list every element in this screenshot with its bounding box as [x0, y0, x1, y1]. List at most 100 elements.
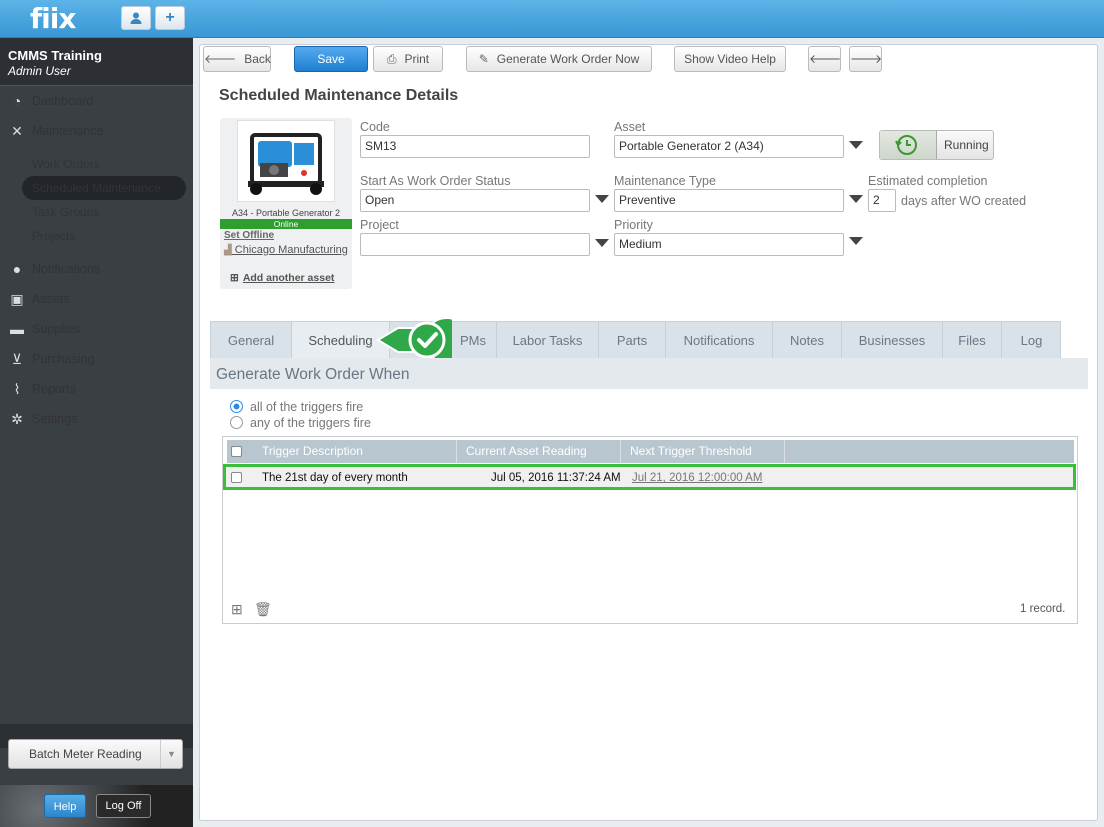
generate-work-order-button[interactable]: ✎ Generate Work Order Now: [466, 46, 652, 72]
back-button[interactable]: 🡐 Back: [203, 46, 271, 72]
maintenance-type-select[interactable]: Preventive: [614, 189, 844, 212]
nav-label: Notifications: [32, 262, 101, 276]
tab-notifications[interactable]: Notifications: [666, 322, 773, 359]
nav-notifications[interactable]: ● Notifications: [0, 255, 193, 283]
running-toggle[interactable]: Running: [879, 130, 994, 160]
status-label: Start As Work Order Status: [360, 174, 511, 188]
row-checkbox[interactable]: [231, 472, 242, 483]
trash-icon[interactable]: 🗑: [254, 601, 272, 618]
top-bar: fiix +: [0, 0, 1104, 38]
nav-label: Dashboard: [32, 94, 94, 108]
estimated-completion-label: Estimated completion: [868, 174, 988, 188]
current-reading-cell: Jul 05, 2016 11:37:24 AM: [491, 472, 621, 484]
plus-icon: +: [165, 9, 175, 26]
estimated-completion-suffix: days after WO created: [901, 194, 1027, 208]
nav-projects[interactable]: Projects: [22, 224, 186, 248]
add-another-asset-link[interactable]: ⊞ Add another asset: [230, 272, 334, 284]
tab-labor-tasks[interactable]: Labor Tasks: [497, 322, 599, 359]
tab-notes[interactable]: Notes: [773, 322, 842, 359]
radio-any-label[interactable]: any of the triggers fire: [250, 416, 371, 430]
batch-meter-reading-button[interactable]: Batch Meter Reading ▼: [8, 739, 183, 769]
status-select[interactable]: Open: [360, 189, 590, 212]
nav-reports[interactable]: ⌇ Reports: [0, 375, 193, 403]
tools-icon: ✕: [11, 123, 23, 139]
org-name: CMMS Training: [8, 48, 102, 63]
gear-icon: ✲: [11, 411, 23, 427]
select-all-checkbox[interactable]: [231, 446, 242, 457]
nav-assets[interactable]: ▣ Assets: [0, 285, 193, 313]
print-button[interactable]: ⎙ Print: [373, 46, 443, 72]
priority-select[interactable]: Medium: [614, 233, 844, 256]
arrow-left-icon: 🡐: [204, 52, 237, 66]
page-title: Scheduled Maintenance Details: [219, 87, 459, 104]
show-video-help-button[interactable]: Show Video Help: [674, 46, 786, 72]
status-dropdown-icon[interactable]: [595, 195, 609, 203]
arrow-left-icon: 🡐: [809, 52, 842, 66]
project-dropdown-icon[interactable]: [595, 239, 609, 247]
next-button[interactable]: 🡒: [849, 46, 882, 72]
asset-image: [237, 120, 335, 202]
priority-dropdown-icon[interactable]: [849, 237, 863, 245]
tab-general[interactable]: General: [211, 322, 292, 359]
user-button[interactable]: [121, 6, 151, 30]
radio-all-label[interactable]: all of the triggers fire: [250, 400, 363, 414]
edit-icon: ✎: [478, 52, 489, 66]
code-label: Code: [360, 120, 390, 134]
nav-task-groups[interactable]: Task Groups: [22, 200, 186, 224]
nav-supplies[interactable]: ▬ Supplies: [0, 315, 193, 343]
box-icon: ▣: [10, 291, 24, 307]
radio-all-triggers[interactable]: [230, 400, 243, 413]
chevron-down-icon[interactable]: ▼: [160, 740, 182, 768]
type-dropdown-icon[interactable]: [849, 195, 863, 203]
speech-bubble-icon: ●: [12, 261, 22, 277]
radio-any-trigger[interactable]: [230, 416, 243, 429]
project-select[interactable]: [360, 233, 590, 256]
add-trigger-icon[interactable]: ⊞: [231, 601, 243, 618]
maintenance-type-label: Maintenance Type: [614, 174, 716, 188]
col-trigger-description[interactable]: Trigger Description: [248, 440, 457, 463]
tab-files[interactable]: Files: [943, 322, 1002, 359]
asset-select[interactable]: Portable Generator 2 (A34): [614, 135, 844, 158]
org-info: CMMS Training Admin User: [0, 38, 193, 86]
tab-parts[interactable]: Parts: [599, 322, 666, 359]
project-label: Project: [360, 218, 399, 232]
next-threshold-link[interactable]: Jul 21, 2016 12:00:00 AM: [632, 472, 762, 484]
batch-label: Batch Meter Reading: [29, 747, 142, 761]
cart-icon: ⊻: [11, 351, 23, 367]
asset-card: A34 - Portable Generator 2 Online Set Of…: [220, 118, 352, 289]
print-label: Print: [404, 52, 430, 66]
tab-businesses[interactable]: Businesses: [842, 322, 943, 359]
estimated-completion-field[interactable]: 2: [868, 189, 896, 212]
save-button[interactable]: Save: [294, 46, 368, 72]
status-badge: Online: [220, 219, 352, 229]
nav-maintenance[interactable]: ✕ Maintenance: [0, 117, 193, 145]
tab-log[interactable]: Log: [1002, 322, 1061, 359]
nav-scheduled-maintenance[interactable]: Scheduled Maintenance: [22, 176, 186, 200]
back-label: Back: [244, 52, 271, 66]
arrow-right-icon: 🡒: [850, 52, 883, 66]
set-offline-link[interactable]: Set Offline: [224, 230, 274, 241]
location-label: Chicago Manufacturing: [234, 244, 348, 256]
help-button[interactable]: Help: [44, 794, 86, 818]
previous-button[interactable]: 🡐: [808, 46, 841, 72]
code-field[interactable]: SM13: [360, 135, 590, 158]
dashboard-icon: ◔: [12, 93, 22, 109]
col-current-asset-reading[interactable]: Current Asset Reading: [457, 440, 621, 463]
app-logo: fiix: [30, 2, 76, 35]
asset-dropdown-icon[interactable]: [849, 141, 863, 149]
nav-purchasing[interactable]: ⊻ Purchasing: [0, 345, 193, 373]
add-button[interactable]: +: [155, 6, 185, 30]
asset-label: Asset: [614, 120, 646, 134]
col-next-trigger-threshold[interactable]: Next Trigger Threshold: [621, 440, 785, 463]
nav-label: Reports: [32, 382, 76, 396]
nav-work-orders[interactable]: Work Orders: [22, 152, 186, 176]
location-link[interactable]: ▟ Chicago Manufacturing: [224, 244, 348, 256]
generate-label: Generate Work Order Now: [496, 52, 640, 66]
nav-label: Maintenance: [32, 124, 104, 138]
nav-label: Settings: [32, 412, 78, 426]
user-icon: [130, 12, 142, 24]
chart-icon: ⌇: [13, 381, 21, 397]
log-off-button[interactable]: Log Off: [96, 794, 151, 818]
nav-dashboard[interactable]: ◔ Dashboard: [0, 87, 193, 115]
nav-settings[interactable]: ✲ Settings: [0, 405, 193, 433]
